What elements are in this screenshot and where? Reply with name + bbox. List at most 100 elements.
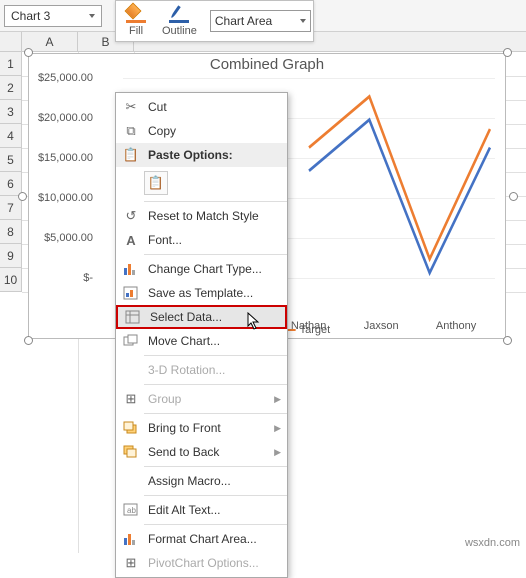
y-tick: $20,000.00 (31, 112, 93, 124)
bring-front-icon (120, 419, 142, 437)
ctx-assign-macro[interactable]: Assign Macro... (116, 469, 287, 493)
ctx-label: Send to Back (148, 445, 219, 459)
paint-bucket-icon (126, 5, 146, 23)
clipboard-icon: 📋 (148, 175, 164, 191)
resize-handle[interactable] (503, 336, 512, 345)
legend-label: Target (300, 324, 331, 336)
font-icon: A (120, 231, 142, 249)
svg-text:ab: ab (127, 506, 136, 515)
y-axis: $25,000.00 $20,000.00 $15,000.00 $10,000… (31, 78, 93, 310)
y-tick: $10,000.00 (31, 192, 93, 204)
row-header[interactable]: 9 (0, 244, 22, 268)
ctx-cut[interactable]: ✂ Cut (116, 95, 287, 119)
separator (144, 201, 287, 202)
chevron-down-icon (300, 19, 306, 23)
watermark-text: wsxdn.com (465, 537, 520, 549)
scissors-icon: ✂ (120, 98, 142, 116)
submenu-arrow-icon: ▶ (274, 423, 281, 434)
ctx-label: Move Chart... (148, 334, 220, 348)
separator (144, 355, 287, 356)
submenu-arrow-icon: ▶ (274, 394, 281, 405)
macro-icon (120, 472, 142, 490)
move-chart-icon (120, 332, 142, 350)
ctx-label: Group (148, 392, 181, 406)
outline-label: Outline (162, 25, 197, 37)
separator (144, 495, 287, 496)
ctx-label: Cut (148, 100, 167, 114)
chart-context-menu: ✂ Cut ⧉ Copy 📋 Paste Options: 📋 ↺ Reset … (115, 92, 288, 578)
separator (144, 524, 287, 525)
separator (144, 254, 287, 255)
row-header[interactable]: 4 (0, 124, 22, 148)
format-area-icon (120, 530, 142, 548)
ctx-label: Font... (148, 233, 182, 247)
ctx-3d-rotation: 3-D Rotation... (116, 358, 287, 382)
row-header[interactable]: 1 (0, 52, 22, 76)
submenu-arrow-icon: ▶ (274, 447, 281, 458)
name-box-text: Chart 3 (11, 9, 50, 23)
separator (144, 413, 287, 414)
separator (144, 384, 287, 385)
line-series-1 (309, 120, 490, 273)
row-header[interactable]: 2 (0, 76, 22, 100)
ctx-reset-style[interactable]: ↺ Reset to Match Style (116, 204, 287, 228)
fill-label: Fill (129, 25, 143, 37)
ctx-label: 3-D Rotation... (148, 363, 225, 377)
separator (144, 466, 287, 467)
resize-handle[interactable] (24, 336, 33, 345)
reset-icon: ↺ (120, 207, 142, 225)
ctx-bring-front[interactable]: Bring to Front ▶ (116, 416, 287, 440)
ctx-send-back[interactable]: Send to Back ▶ (116, 440, 287, 464)
resize-handle[interactable] (509, 192, 518, 201)
ctx-label: Assign Macro... (148, 474, 231, 488)
ctx-move-chart[interactable]: Move Chart... (116, 329, 287, 353)
ctx-label: Paste Options: (148, 148, 233, 162)
save-template-icon (120, 284, 142, 302)
ctx-copy[interactable]: ⧉ Copy (116, 119, 287, 143)
row-header[interactable]: 3 (0, 100, 22, 124)
resize-handle[interactable] (18, 192, 27, 201)
line-series-target (309, 97, 490, 259)
cursor-arrow-icon (247, 312, 261, 332)
group-icon: ⊞ (120, 390, 142, 408)
fill-button[interactable]: Fill (118, 3, 154, 39)
y-tick: $- (31, 272, 93, 284)
ctx-group: ⊞ Group ▶ (116, 387, 287, 411)
rotation-icon (120, 361, 142, 379)
ctx-label: PivotChart Options... (148, 556, 259, 570)
ctx-font[interactable]: A Font... (116, 228, 287, 252)
clipboard-icon: 📋 (120, 146, 142, 164)
select-data-icon (122, 308, 144, 326)
chart-title[interactable]: Combined Graph (29, 56, 505, 73)
copy-icon: ⧉ (120, 122, 142, 140)
alt-text-icon: ab (120, 501, 142, 519)
ctx-change-chart-type[interactable]: Change Chart Type... (116, 257, 287, 281)
y-tick: $15,000.00 (31, 152, 93, 164)
resize-handle[interactable] (24, 48, 33, 57)
chevron-down-icon (89, 14, 95, 18)
ctx-label: Select Data... (150, 310, 222, 324)
row-header[interactable]: 8 (0, 220, 22, 244)
paste-option-button[interactable]: 📋 (144, 171, 168, 195)
resize-handle[interactable] (503, 48, 512, 57)
select-all-corner[interactable] (0, 32, 22, 51)
ctx-save-template[interactable]: Save as Template... (116, 281, 287, 305)
ctx-label: Save as Template... (148, 286, 253, 300)
ctx-format-chart-area[interactable]: Format Chart Area... (116, 527, 287, 551)
ctx-paste-header: 📋 Paste Options: (116, 143, 287, 167)
ctx-edit-alt-text[interactable]: ab Edit Alt Text... (116, 498, 287, 522)
ctx-label: Copy (148, 124, 176, 138)
x-tick: Jaxson (364, 320, 399, 332)
ctx-label: Change Chart Type... (148, 262, 262, 276)
pivot-options-icon: ⊞ (120, 554, 142, 572)
ctx-select-data[interactable]: Select Data... (116, 305, 287, 329)
row-header[interactable]: 5 (0, 148, 22, 172)
paste-options-row: 📋 (116, 167, 287, 199)
mini-format-toolbar: Fill Outline Chart Area (115, 0, 314, 42)
name-box[interactable]: Chart 3 (4, 5, 102, 27)
x-tick: Anthony (436, 320, 476, 332)
ctx-label: Format Chart Area... (148, 532, 257, 546)
chart-element-selector[interactable]: Chart Area (210, 10, 311, 32)
outline-button[interactable]: Outline (154, 3, 205, 39)
row-header[interactable]: 10 (0, 268, 22, 292)
